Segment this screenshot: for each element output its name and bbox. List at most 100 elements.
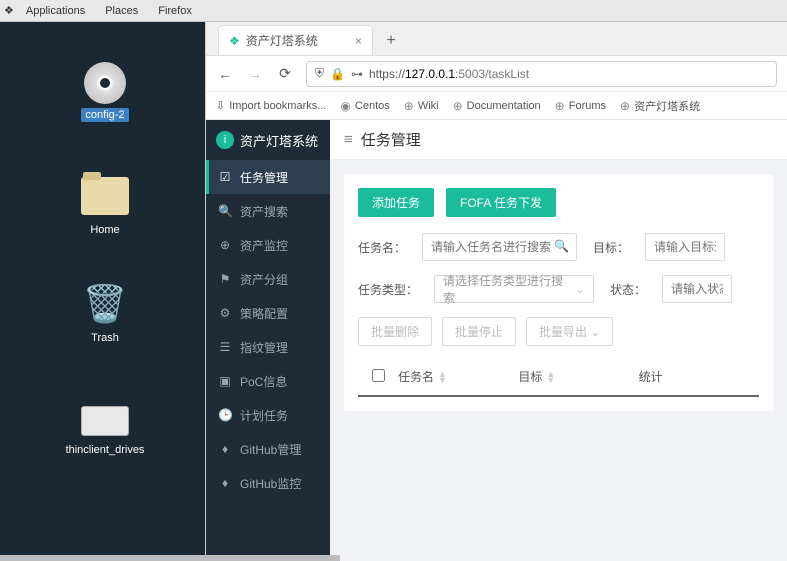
group-icon: ⚑ — [218, 272, 232, 286]
desktop: config-2 Home 🗑️ Trash thinclient_drives — [0, 22, 205, 561]
page-title: 任务管理 — [361, 129, 421, 150]
url-bar: ← → ⟳ ⛨ 🔒 ⊶ https://127.0.0.1:5003/taskL… — [206, 56, 787, 92]
forward-button[interactable]: → — [246, 66, 264, 82]
globe-icon: ⊕ — [404, 99, 414, 113]
address-bar[interactable]: ⛨ 🔒 ⊶ https://127.0.0.1:5003/taskList — [306, 61, 777, 87]
cd-icon — [84, 62, 126, 104]
browser-window: ❖ 资产灯塔系统 × + ← → ⟳ ⛨ 🔒 ⊶ https://127.0.0… — [205, 22, 787, 561]
folder-icon — [81, 172, 129, 220]
filter-target-label: 目标： — [593, 239, 629, 256]
check-icon: ☑ — [218, 170, 232, 184]
card: 添加任务 FOFA 任务下发 任务名： 🔍 目标： 任务类型： — [344, 174, 773, 411]
system-icon: ❖ — [4, 4, 14, 17]
sidebar-item-schedule[interactable]: 🕒计划任务 — [206, 398, 330, 432]
browser-tab[interactable]: ❖ 资产灯塔系统 × — [218, 25, 373, 55]
sidebar-item-monitor[interactable]: ⊕资产监控 — [206, 228, 330, 262]
col-task-name[interactable]: 任务名▲▼ — [398, 368, 518, 385]
add-task-button[interactable]: 添加任务 — [358, 188, 434, 217]
bookmark-app[interactable]: ⊕资产灯塔系统 — [620, 98, 700, 114]
desktop-icon-trash[interactable]: 🗑️ Trash — [50, 280, 160, 344]
tab-bar: ❖ 资产灯塔系统 × + — [206, 22, 787, 56]
sidebar-item-tasks[interactable]: ☑任务管理 — [206, 160, 330, 194]
bookmark-wiki[interactable]: ⊕Wiki — [404, 99, 439, 113]
filter-status-label: 状态： — [610, 281, 646, 298]
desktop-icon-thinclient[interactable]: thinclient_drives — [50, 392, 160, 456]
sidebar-item-fingerprint[interactable]: ☰指纹管理 — [206, 330, 330, 364]
list-icon: ☰ — [218, 340, 232, 354]
key-icon: ⊶ — [351, 67, 363, 81]
sidebar-item-search[interactable]: 🔍资产搜索 — [206, 194, 330, 228]
batch-delete-button[interactable]: 批量删除 — [358, 317, 432, 346]
bookmark-centos[interactable]: ◉Centos — [340, 99, 389, 113]
lock-icon: 🔒 — [330, 67, 345, 81]
monitor-icon: ⊕ — [218, 238, 232, 252]
sort-icon: ▲▼ — [438, 371, 447, 383]
select-all-checkbox[interactable] — [372, 369, 385, 382]
new-tab-button[interactable]: + — [377, 27, 405, 55]
bookmark-docs[interactable]: ⊕Documentation — [453, 99, 541, 113]
app-root: i 资产灯塔系统 ☑任务管理 🔍资产搜索 ⊕资产监控 ⚑资产分组 ⚙策略配置 ☰… — [206, 120, 787, 561]
sidebar-item-github-monitor[interactable]: ♦GitHub监控 — [206, 466, 330, 500]
menu-toggle-icon[interactable]: ≡ — [344, 131, 353, 148]
globe-icon: ⊕ — [620, 99, 630, 113]
fofa-task-button[interactable]: FOFA 任务下发 — [446, 188, 556, 217]
back-button[interactable]: ← — [216, 66, 234, 82]
url-text: https://127.0.0.1:5003/taskList — [369, 67, 529, 81]
menu-places[interactable]: Places — [95, 5, 148, 17]
sort-icon: ▲▼ — [546, 371, 555, 383]
github-icon: ♦ — [218, 476, 232, 490]
tab-title: 资产灯塔系统 — [246, 32, 318, 49]
reload-button[interactable]: ⟳ — [276, 65, 294, 82]
icon-label: Home — [90, 224, 119, 236]
brand-logo-icon: i — [216, 131, 234, 149]
sidebar-item-github-manage[interactable]: ♦GitHub管理 — [206, 432, 330, 466]
menu-applications[interactable]: Applications — [16, 5, 95, 17]
github-icon: ♦ — [218, 442, 232, 456]
filter-type-label: 任务类型： — [358, 281, 418, 298]
main-header: ≡ 任务管理 — [330, 120, 787, 160]
sidebar-item-policy[interactable]: ⚙策略配置 — [206, 296, 330, 330]
filter-type-select[interactable]: 请选择任务类型进行搜索 ⌄ — [434, 275, 594, 303]
chevron-down-icon: ⌄ — [575, 282, 585, 296]
info-icon: ▣ — [218, 374, 232, 388]
sidebar-item-group[interactable]: ⚑资产分组 — [206, 262, 330, 296]
icon-label: config-2 — [81, 108, 128, 122]
globe-icon: ◉ — [340, 99, 350, 113]
globe-icon: ⊕ — [453, 99, 463, 113]
os-taskbar — [0, 555, 340, 561]
tab-favicon-icon: ❖ — [229, 34, 240, 48]
globe-icon: ⊕ — [555, 99, 565, 113]
table-header: 任务名▲▼ 目标▲▼ 统计 — [358, 358, 759, 397]
os-topbar: ❖ Applications Places Firefox — [0, 0, 787, 22]
filter-status-input[interactable] — [662, 275, 732, 303]
gear-icon: ⚙ — [218, 306, 232, 320]
bookmarks-bar: ⇩Import bookmarks... ◉Centos ⊕Wiki ⊕Docu… — [206, 92, 787, 120]
batch-stop-button[interactable]: 批量停止 — [442, 317, 516, 346]
trash-icon: 🗑️ — [81, 280, 129, 328]
search-icon[interactable]: 🔍 — [554, 239, 569, 253]
menu-firefox[interactable]: Firefox — [148, 5, 202, 17]
desktop-icon-config2[interactable]: config-2 — [50, 62, 160, 122]
drive-icon — [81, 392, 129, 440]
col-stats: 统计 — [639, 368, 759, 385]
bookmark-import[interactable]: ⇩Import bookmarks... — [216, 99, 326, 112]
bookmark-forums[interactable]: ⊕Forums — [555, 99, 606, 113]
filter-name-label: 任务名： — [358, 239, 406, 256]
chevron-down-icon: ⌄ — [590, 325, 600, 339]
filter-target-input[interactable] — [645, 233, 725, 261]
main-body: 添加任务 FOFA 任务下发 任务名： 🔍 目标： 任务类型： — [330, 160, 787, 425]
sidebar: i 资产灯塔系统 ☑任务管理 🔍资产搜索 ⊕资产监控 ⚑资产分组 ⚙策略配置 ☰… — [206, 120, 330, 561]
desktop-icon-home[interactable]: Home — [50, 172, 160, 236]
icon-label: thinclient_drives — [66, 444, 145, 456]
shield-icon: ⛨ — [315, 66, 324, 81]
close-icon[interactable]: × — [355, 34, 362, 48]
brand-text: 资产灯塔系统 — [240, 131, 318, 150]
import-icon: ⇩ — [216, 99, 225, 112]
col-target[interactable]: 目标▲▼ — [518, 368, 638, 385]
batch-export-button[interactable]: 批量导出 ⌄ — [526, 317, 613, 346]
clock-icon: 🕒 — [218, 408, 232, 422]
search-icon: 🔍 — [218, 204, 232, 218]
main-panel: ≡ 任务管理 添加任务 FOFA 任务下发 任务名： 🔍 目标： — [330, 120, 787, 561]
icon-label: Trash — [91, 332, 119, 344]
sidebar-item-poc[interactable]: ▣PoC信息 — [206, 364, 330, 398]
